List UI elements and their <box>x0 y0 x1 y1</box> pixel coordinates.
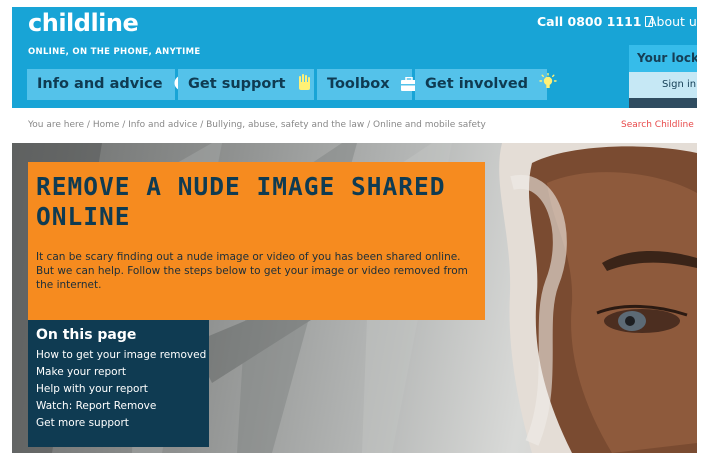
page-title: REMOVE A NUDE IMAGE SHARED ONLINE <box>36 172 446 231</box>
breadcrumb[interactable]: You are here / Home / Info and advice / … <box>28 120 486 130</box>
nav-item-label: Toolbox <box>327 76 390 92</box>
toc-heading: On this page <box>36 327 137 343</box>
search-childline-link[interactable]: Search Childline <box>621 120 694 130</box>
toc-link-how-to-remove[interactable]: How to get your image removed <box>36 349 206 361</box>
nav-toolbox[interactable]: Toolbox <box>317 69 417 100</box>
toc-link-make-report[interactable]: Make your report <box>36 366 126 378</box>
on-this-page-panel: On this page How to get your image remov… <box>28 320 209 447</box>
locker-title: Your locker <box>629 45 697 72</box>
nav-get-involved[interactable]: Get involved <box>415 69 557 100</box>
hand-icon <box>298 74 310 90</box>
nav-item-label: Get involved <box>425 76 529 92</box>
nav-get-support[interactable]: Get support <box>178 69 314 100</box>
call-label: Call 0800 1111 <box>537 14 642 29</box>
site-header: childline ONLINE, ON THE PHONE, ANYTIME … <box>12 7 703 108</box>
toc-link-help-with-report[interactable]: Help with your report <box>36 383 148 395</box>
lightbulb-icon <box>539 73 557 88</box>
toc-link-watch-report-remove[interactable]: Watch: Report Remove <box>36 400 156 412</box>
sign-in-button[interactable]: Sign in <box>629 72 697 98</box>
call-link[interactable]: Call 0800 1111 <box>537 14 654 29</box>
toc-link-more-support[interactable]: Get more support <box>36 417 129 429</box>
nav-info-and-advice[interactable]: Info and advice <box>27 69 190 100</box>
about-us-link[interactable]: About us <box>648 14 703 29</box>
hero-intro: It can be scary finding out a nude image… <box>36 251 468 291</box>
nav-item-label: Get support <box>188 76 286 92</box>
hero-title-panel: REMOVE A NUDE IMAGE SHARED ONLINE It can… <box>28 162 485 320</box>
locker-panel: Your locker Sign in <box>629 45 697 108</box>
nav-item-label: Info and advice <box>37 76 163 92</box>
childline-logo[interactable]: childline <box>28 9 139 37</box>
tagline: ONLINE, ON THE PHONE, ANYTIME <box>28 47 201 57</box>
